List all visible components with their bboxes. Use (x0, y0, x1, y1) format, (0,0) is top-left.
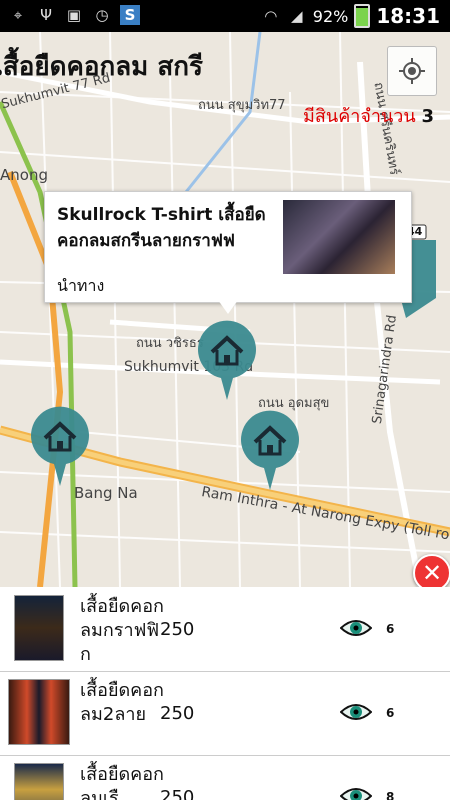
list-item[interactable]: เสื้อยืดคอกลม2ลาย 250 6 (0, 671, 450, 756)
view-count: 6 (386, 706, 395, 720)
map-label-wachira: ถนน วชิรธร (136, 336, 204, 351)
my-location-button[interactable] (387, 46, 437, 96)
list-item[interactable]: เสื้อยืดคอกลมเรื 250 8 (0, 755, 450, 800)
usb-icon: Ψ (40, 6, 52, 24)
app-s-icon: S (120, 5, 140, 25)
battery-percent: 92% (312, 6, 349, 26)
crosshair-icon (399, 58, 425, 84)
product-price: 250 (160, 703, 195, 724)
map-pin-house-icon[interactable] (196, 320, 258, 402)
status-bar: ⌖ Ψ ▣ ◷ S ◠ ◢ 92% 18:31 (0, 0, 450, 32)
info-window-photo (283, 200, 395, 274)
navigate-link[interactable]: นำทาง (57, 274, 104, 299)
map-label-anong: Anong (0, 166, 48, 184)
list-item[interactable]: เสื้อยืดคอกลมกราฟฟิก 250 6 (0, 587, 450, 672)
map-pin-house-icon[interactable] (29, 406, 91, 488)
item-count-value: 3 (421, 106, 434, 127)
product-price: 250 (160, 787, 195, 800)
wifi-icon: ◠ (264, 7, 278, 25)
product-name: เสื้อยืดคอกลมกราฟฟิก (80, 596, 164, 665)
info-window-pointer (218, 300, 238, 314)
map-label-sukhumvit77-th: ถนน สุขุมวิท77 (198, 98, 286, 113)
info-window-title: Skullrock T-shirt เสื้อยืดคอกลมสกรีนลายก… (57, 205, 266, 251)
view-count: 6 (386, 622, 395, 636)
page-title: เสื้อยืดคอกลม สกรี (0, 52, 203, 82)
eye-icon (340, 620, 372, 636)
battery-icon (354, 4, 371, 28)
product-thumbnail (8, 679, 70, 745)
eye-icon (340, 788, 372, 800)
map-pin-house-icon[interactable] (239, 410, 301, 492)
item-count: มีสินค้าจำนวน 3 (303, 101, 434, 130)
view-count: 8 (386, 790, 395, 800)
product-price: 250 (160, 619, 195, 640)
gallery-icon: ▣ (66, 6, 82, 24)
product-thumbnail (14, 763, 64, 800)
map-info-window[interactable]: Skullrock T-shirt เสื้อยืดคอกลมสกรีนลายก… (44, 191, 412, 303)
product-list[interactable]: เสื้อยืดคอกลมกราฟฟิก 250 6 เสื้อยืดคอกลม… (0, 587, 450, 800)
clock-icon: ◷ (95, 6, 109, 24)
product-name: เสื้อยืดคอกลมเรื (80, 764, 164, 800)
product-thumbnail (14, 595, 64, 661)
gps-icon: ⌖ (13, 6, 23, 24)
item-count-label: มีสินค้าจำนวน (303, 106, 416, 127)
eye-icon (340, 704, 372, 720)
clock-time: 18:31 (376, 4, 440, 28)
product-name: เสื้อยืดคอกลม2ลาย (80, 680, 164, 725)
signal-icon: ◢ (290, 7, 303, 25)
